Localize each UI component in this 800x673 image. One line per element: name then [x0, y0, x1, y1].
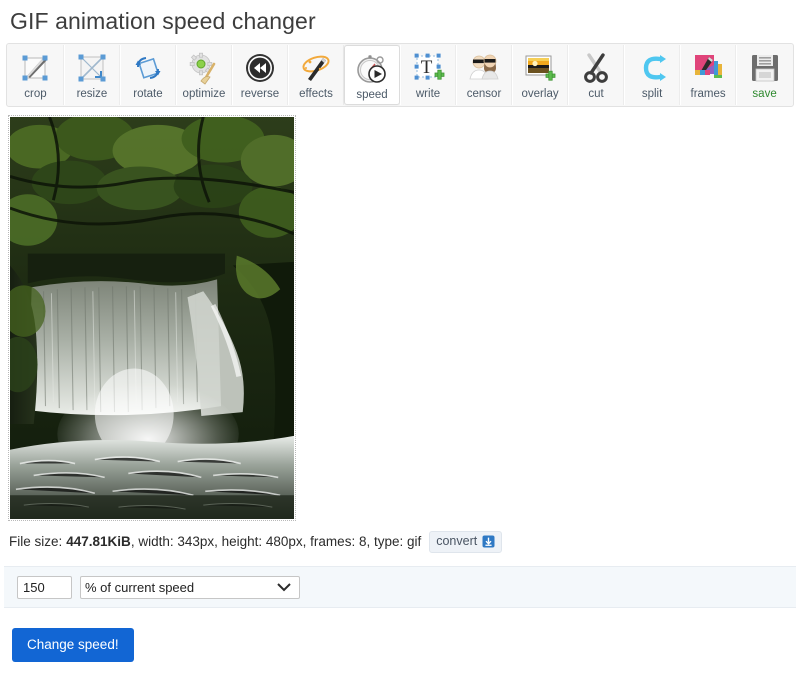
speed-icon [353, 50, 391, 88]
download-arrow-icon [482, 535, 495, 548]
split-icon [633, 49, 671, 87]
toolbar-label-censor: censor [466, 88, 502, 100]
toolbar-item-speed[interactable]: speed [344, 45, 401, 105]
effects-icon [297, 49, 335, 87]
optimize-icon [185, 49, 223, 87]
toolbar-item-write[interactable]: T write [400, 45, 457, 105]
convert-button[interactable]: convert [429, 531, 503, 553]
page-title: GIF animation speed changer [10, 8, 316, 34]
options-panel: % of current speed [4, 566, 796, 608]
toolbar-label-speed: speed [356, 89, 388, 101]
toolbar-label-reverse: reverse [240, 88, 280, 100]
toolbar-label-cut: cut [588, 88, 604, 100]
toolbar-label-split: split [641, 88, 663, 100]
speed-value-input[interactable] [17, 575, 72, 599]
toolbar-label-effects: effects [299, 88, 333, 100]
toolbar-label-crop: crop [24, 88, 47, 100]
toolbar-item-rotate[interactable]: rotate [119, 45, 176, 105]
cut-icon [577, 49, 615, 87]
rotate-icon [129, 49, 167, 87]
toolbar-item-frames[interactable]: frames [680, 45, 737, 105]
file-info: File size: 447.81KiB , width: 343px, hei… [9, 531, 800, 553]
file-size-label: File size: [9, 534, 63, 549]
toolbar-item-crop[interactable]: crop [8, 45, 64, 105]
censor-icon [465, 49, 503, 87]
toolbar-item-censor[interactable]: censor [456, 45, 513, 105]
toolbar: crop resize rotate optimize reverse effe… [6, 43, 794, 107]
speed-unit-select-wrapper: % of current speed [72, 575, 300, 599]
toolbar-item-reverse[interactable]: reverse [231, 45, 288, 105]
resize-icon [73, 49, 111, 87]
toolbar-label-overlay: overlay [521, 88, 559, 100]
save-icon [746, 49, 784, 87]
toolbar-item-cut[interactable]: cut [568, 45, 625, 105]
reverse-icon [241, 49, 279, 87]
file-size-value: 447.81KiB [66, 534, 131, 549]
toolbar-item-split[interactable]: split [624, 45, 681, 105]
svg-text:T: T [421, 57, 433, 78]
preview-container[interactable] [8, 115, 296, 521]
change-speed-button[interactable]: Change speed! [12, 628, 134, 662]
file-dimensions-text: , width: 343px, height: 480px, frames: 8… [130, 534, 422, 549]
toolbar-label-save: save [752, 88, 777, 100]
overlay-icon [521, 49, 559, 87]
toolbar-item-effects[interactable]: effects [287, 45, 344, 105]
gif-preview-image [10, 117, 294, 519]
toolbar-item-save[interactable]: save [736, 45, 792, 105]
crop-icon [16, 49, 54, 87]
convert-label: convert [436, 534, 478, 548]
toolbar-label-rotate: rotate [133, 88, 163, 100]
toolbar-label-optimize: optimize [182, 88, 226, 100]
toolbar-label-write: write [415, 88, 441, 100]
toolbar-label-frames: frames [690, 88, 726, 100]
speed-unit-select[interactable]: % of current speed [80, 575, 300, 599]
frames-icon [689, 49, 727, 87]
toolbar-label-resize: resize [76, 88, 108, 100]
toolbar-item-resize[interactable]: resize [63, 45, 120, 105]
submit-row: Change speed! [12, 628, 800, 662]
toolbar-item-optimize[interactable]: optimize [175, 45, 232, 105]
write-icon: T [409, 49, 447, 87]
toolbar-item-overlay[interactable]: overlay [512, 45, 569, 105]
